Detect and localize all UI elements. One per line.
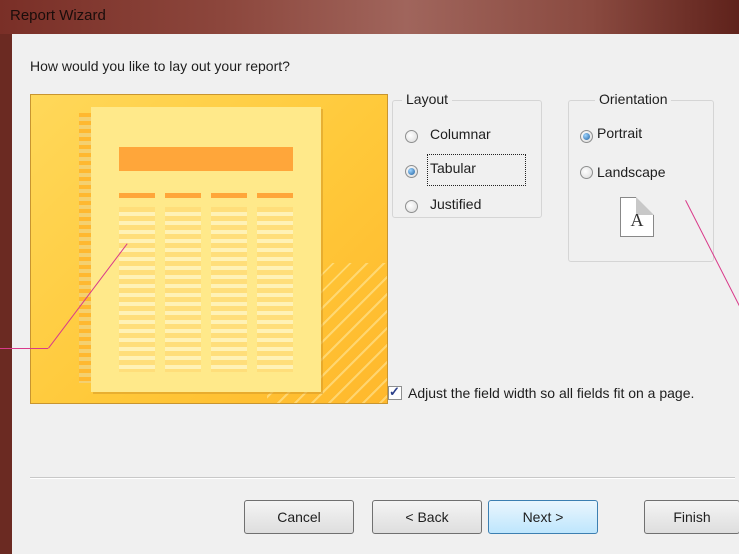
adjust-width-label[interactable]: Adjust the field width so all fields fit… <box>408 384 738 402</box>
preview-column <box>119 207 155 372</box>
preview-column <box>257 207 293 372</box>
columnar-radio[interactable] <box>405 130 418 143</box>
preview-header-cell <box>257 193 293 198</box>
landscape-radio[interactable] <box>580 166 593 179</box>
page-letter: A <box>630 210 644 230</box>
finish-button[interactable]: Finish <box>644 500 739 534</box>
checkmark-icon: ✓ <box>389 384 400 399</box>
callout-line-left <box>0 348 48 349</box>
tabular-radio[interactable] <box>405 165 418 178</box>
preview-column <box>165 207 201 372</box>
back-button[interactable]: < Back <box>372 500 482 534</box>
justified-radio[interactable] <box>405 200 418 213</box>
portrait-page-icon: A <box>620 197 654 237</box>
preview-header-cell <box>211 193 247 198</box>
next-button[interactable]: Next > <box>488 500 598 534</box>
orientation-legend: Orientation <box>595 91 672 107</box>
columnar-label[interactable]: Columnar <box>430 126 491 142</box>
preview-header-cell <box>165 193 201 198</box>
preview-column <box>211 207 247 372</box>
preview-spine <box>79 113 91 383</box>
title-bar[interactable]: Report Wizard <box>0 0 739 34</box>
landscape-label[interactable]: Landscape <box>597 164 666 180</box>
layout-legend: Layout <box>402 91 453 107</box>
layout-preview-image <box>30 94 388 404</box>
dialog-separator <box>30 477 735 479</box>
window-title: Report Wizard <box>10 7 106 24</box>
preview-header-cell <box>119 193 155 198</box>
preview-page <box>91 107 321 392</box>
cancel-button[interactable]: Cancel <box>244 500 354 534</box>
adjust-width-checkbox[interactable]: ✓ <box>388 384 402 400</box>
tabular-label[interactable]: Tabular <box>430 160 476 176</box>
portrait-radio[interactable] <box>580 130 593 143</box>
dialog-body: How would you like to lay out your repor… <box>12 34 739 554</box>
preview-title-block <box>119 147 293 171</box>
portrait-label[interactable]: Portrait <box>597 125 642 141</box>
justified-label[interactable]: Justified <box>430 196 481 212</box>
wizard-question: How would you like to lay out your repor… <box>30 58 290 74</box>
